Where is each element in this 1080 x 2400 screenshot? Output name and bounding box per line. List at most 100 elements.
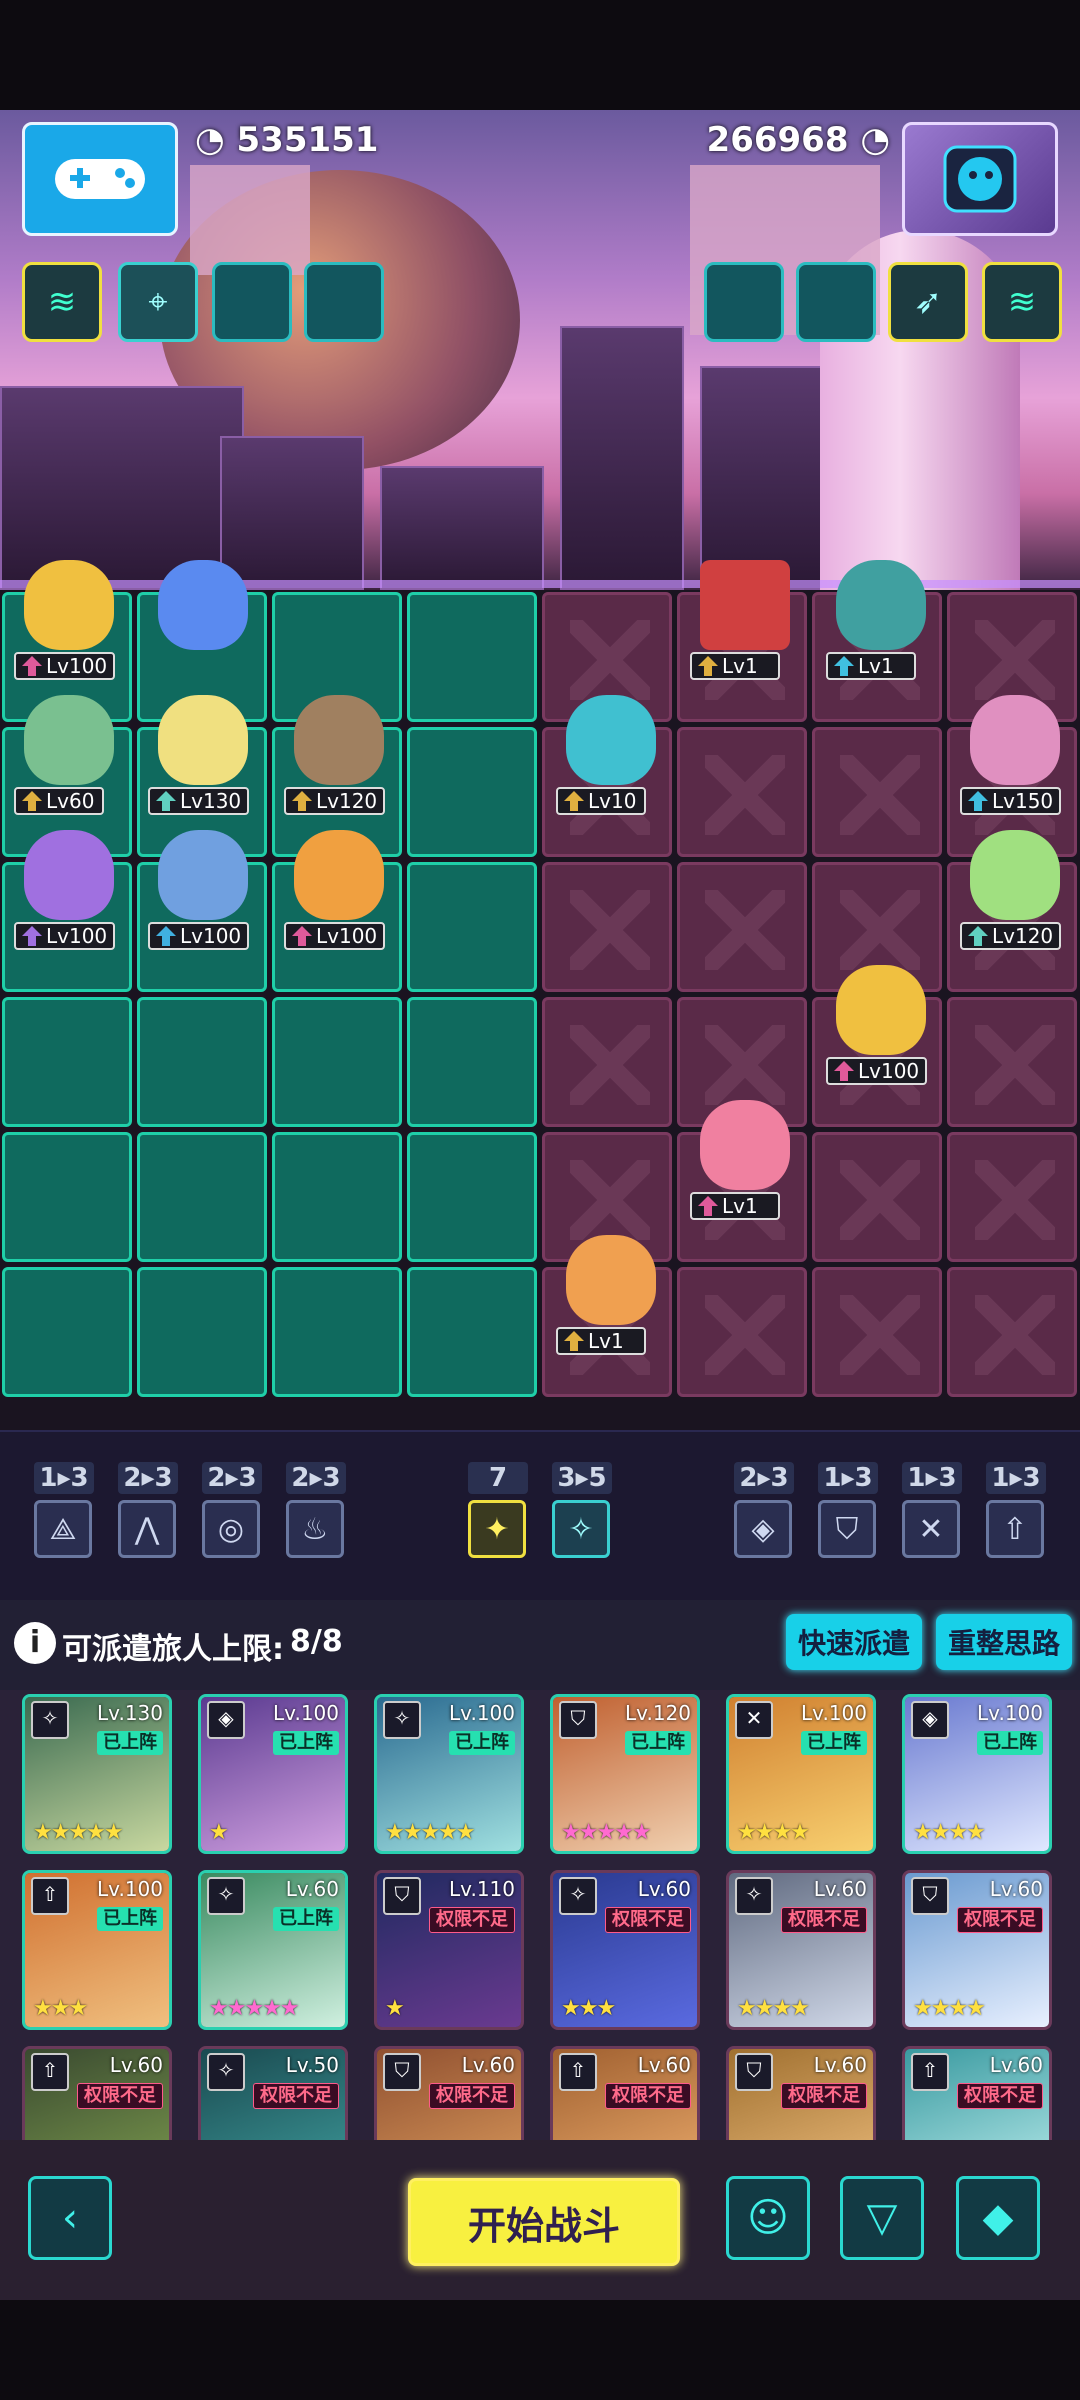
star-rating: ★★★★ — [913, 1820, 986, 1845]
character-card[interactable]: ⛉ Lv.60 权限不足 ★★★★ — [902, 1870, 1052, 2030]
character-card[interactable]: ✧ Lv.60 已上阵 ★★★★★ — [198, 1870, 348, 2030]
trait-synergy[interactable]: 1▸3 ⟁ — [34, 1462, 94, 1558]
ally-cell[interactable] — [407, 592, 537, 722]
character-card[interactable]: ◈ Lv.100 已上阵 ★★★★ — [902, 1694, 1052, 1854]
crosshair-trait-icon: ⌖ — [148, 282, 168, 322]
character-card[interactable]: ⛉ Lv.60 权限不足 — [726, 2046, 876, 2140]
ally-unit[interactable]: Lv100 — [284, 830, 394, 950]
enemy-unit: Lv1 — [826, 560, 936, 680]
trait-count: 1▸3 — [902, 1462, 962, 1494]
ally-cell[interactable] — [407, 727, 537, 857]
star-rating: ★★★ — [561, 1996, 616, 2021]
character-card[interactable]: ⇧ Lv.60 权限不足 — [550, 2046, 700, 2140]
character-card[interactable]: ◈ Lv.100 已上阵 ★ — [198, 1694, 348, 1854]
trait-synergy[interactable]: 2▸3 ◎ — [202, 1462, 262, 1558]
character-card[interactable]: ✧ Lv.60 权限不足 ★★★★ — [726, 1870, 876, 2030]
strategy-button[interactable]: ☺ — [726, 2176, 810, 2260]
ally-cell[interactable] — [272, 1267, 402, 1397]
character-card[interactable]: ✧ Lv.130 已上阵 ★★★★★ — [22, 1694, 172, 1854]
trait-count: 2▸3 — [734, 1462, 794, 1494]
status-badge: 已上阵 — [97, 1731, 163, 1755]
enemy-trait-slot-empty[interactable] — [704, 262, 784, 342]
ally-unit[interactable]: Lv100 — [14, 830, 124, 950]
ally-cell[interactable] — [137, 997, 267, 1127]
ally-unit[interactable]: Lv100 — [148, 830, 258, 950]
character-card[interactable]: ✧ Lv.50 权限不足 — [198, 2046, 348, 2140]
ally-cell[interactable] — [272, 1132, 402, 1262]
gamepad-button[interactable] — [22, 122, 178, 236]
trait-synergy[interactable]: 7 ✦ — [468, 1462, 528, 1558]
status-badge: 已上阵 — [625, 1731, 691, 1755]
character-card[interactable]: ⛉ Lv.120 已上阵 ★★★★★ — [550, 1694, 700, 1854]
dispatch-limit-value: 8/8 — [290, 1624, 343, 1659]
player-trait-slot[interactable]: ⌖ — [118, 262, 198, 342]
status-badge: 权限不足 — [77, 2083, 163, 2109]
filter-icon: ▽ — [866, 2195, 898, 2241]
character-card[interactable]: ⛉ Lv.60 权限不足 — [374, 2046, 524, 2140]
ally-unit[interactable]: Lv60 — [14, 695, 124, 815]
card-level: Lv.60 — [285, 1877, 339, 1901]
ally-unit[interactable]: Lv130 — [148, 695, 258, 815]
character-card[interactable]: ⛉ Lv.110 权限不足 ★ — [374, 1870, 524, 2030]
character-card[interactable]: ⇧ Lv.100 已上阵 ★★★ — [22, 1870, 172, 2030]
level-label: Lv1 — [690, 1192, 780, 1220]
trait-icon: ⋀ — [118, 1500, 176, 1558]
ally-cell[interactable] — [272, 997, 402, 1127]
opponent-avatar-button[interactable] — [902, 122, 1058, 236]
player-trait-slot[interactable]: ≋ — [22, 262, 102, 342]
status-badge: 已上阵 — [977, 1731, 1043, 1755]
class-icon: ⇧ — [31, 2053, 69, 2091]
class-icon: ✧ — [31, 1701, 69, 1739]
enemy-trait-slot-empty[interactable] — [796, 262, 876, 342]
ally-cell[interactable] — [2, 997, 132, 1127]
ally-cell[interactable] — [407, 997, 537, 1127]
ally-cell[interactable] — [407, 1267, 537, 1397]
trait-synergy[interactable]: 3▸5 ✧ — [552, 1462, 612, 1558]
battle-board: Lv100 Lv60 Lv130 Lv120 Lv100 Lv100 Lv100… — [0, 560, 1080, 1430]
quick-dispatch-button[interactable]: 快速派遣 — [786, 1614, 922, 1670]
enemy-trait-slot[interactable]: ➶ — [888, 262, 968, 342]
reorganize-button[interactable]: 重整思路 — [936, 1614, 1072, 1670]
ally-cell[interactable] — [2, 1267, 132, 1397]
player-trait-slot-empty[interactable] — [304, 262, 384, 342]
back-button[interactable]: ‹ — [28, 2176, 112, 2260]
ally-unit[interactable]: Lv120 — [284, 695, 394, 815]
character-card[interactable]: ✕ Lv.100 已上阵 ★★★★ — [726, 1694, 876, 1854]
class-icon: ⛉ — [559, 1701, 597, 1739]
character-roster: ✧ Lv.130 已上阵 ★★★★★ ◈ Lv.100 已上阵 ★ ✧ Lv.100 已上阵 ★★… — [0, 1690, 1080, 2140]
enemy-trait-slot[interactable]: ≋ — [982, 262, 1062, 342]
star-rating: ★★★★ — [913, 1996, 986, 2021]
start-battle-button[interactable]: 开始战斗 — [408, 2178, 680, 2266]
trait-synergy[interactable]: 2▸3 ♨ — [286, 1462, 346, 1558]
trait-synergy[interactable]: 2▸3 ◈ — [734, 1462, 794, 1558]
character-card[interactable]: ✧ Lv.100 已上阵 ★★★★★ — [374, 1694, 524, 1854]
ally-cell[interactable] — [407, 862, 537, 992]
trait-synergy[interactable]: 2▸3 ⋀ — [118, 1462, 178, 1558]
trait-synergy[interactable]: 1▸3 ⛉ — [818, 1462, 878, 1558]
trait-synergy[interactable]: 1▸3 ⇧ — [986, 1462, 1046, 1558]
character-card[interactable]: ⇧ Lv.60 权限不足 — [902, 2046, 1052, 2140]
character-card[interactable]: ✧ Lv.60 权限不足 ★★★ — [550, 1870, 700, 2030]
ally-cell[interactable] — [137, 1267, 267, 1397]
trait-count: 1▸3 — [34, 1462, 94, 1494]
enemy-cell — [542, 862, 672, 992]
trait-count: 2▸3 — [202, 1462, 262, 1494]
enemy-cell — [677, 1267, 807, 1397]
ally-cell[interactable] — [407, 1132, 537, 1262]
info-icon[interactable]: i — [14, 1622, 56, 1664]
robot-avatar-icon — [943, 145, 1017, 213]
ally-unit[interactable] — [148, 560, 258, 680]
trait-synergy[interactable]: 1▸3 ✕ — [902, 1462, 962, 1558]
ally-cell[interactable] — [2, 1132, 132, 1262]
player-trait-slot-empty[interactable] — [212, 262, 292, 342]
class-icon: ✧ — [207, 1877, 245, 1915]
level-label: Lv100 — [14, 652, 116, 680]
clear-button[interactable]: ◆ — [956, 2176, 1040, 2260]
ally-cell[interactable] — [137, 1132, 267, 1262]
ally-unit[interactable]: Lv100 — [14, 560, 124, 680]
character-card[interactable]: ⇧ Lv.60 权限不足 — [22, 2046, 172, 2140]
class-icon: ✧ — [207, 2053, 245, 2091]
filter-button[interactable]: ▽ — [840, 2176, 924, 2260]
dispatch-limit-label: 可派遣旅人上限: — [62, 1632, 284, 1667]
class-icon — [292, 791, 312, 811]
